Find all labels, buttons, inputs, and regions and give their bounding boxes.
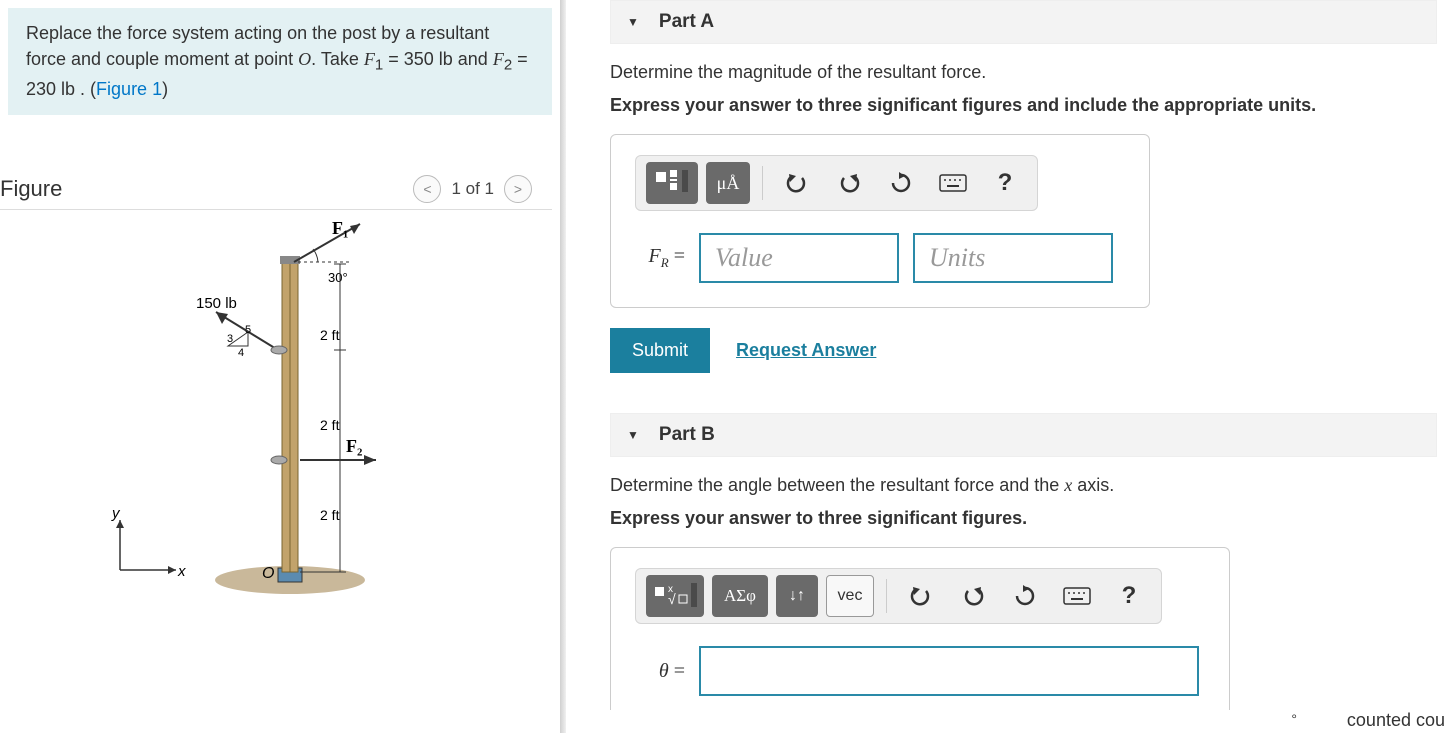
undo-button[interactable] [899, 575, 943, 617]
units-button[interactable]: μÅ [706, 162, 750, 204]
part-a-instruction: Express your answer to three significant… [610, 95, 1437, 116]
part-a-answer-box: μÅ ? FR = [610, 134, 1150, 308]
keyboard-button[interactable] [1055, 575, 1099, 617]
svg-text:2 ft: 2 ft [320, 327, 340, 343]
redo-button[interactable] [827, 162, 871, 204]
prompt-text: . Take [311, 49, 364, 69]
figure-prev-button[interactable]: < [413, 175, 441, 203]
part-a-header[interactable]: ▼ Part A [610, 0, 1437, 44]
units-input[interactable] [913, 233, 1113, 283]
figure-title: Figure [0, 176, 62, 202]
figure-link[interactable]: Figure 1 [96, 79, 162, 99]
part-a-toolbar: μÅ ? [635, 155, 1038, 211]
help-button[interactable]: ? [1107, 575, 1151, 617]
counted-text: counted cou [1347, 710, 1445, 731]
templates-button[interactable]: x√ [646, 575, 704, 617]
part-b-answer-box: x√ ΑΣφ ↓↑ vec [610, 547, 1230, 710]
fr-label: FR = [635, 245, 685, 271]
collapse-arrow-icon: ▼ [627, 15, 639, 29]
svg-text:x: x [177, 563, 186, 580]
svg-text:y: y [111, 505, 121, 522]
svg-text:3: 3 [227, 333, 233, 345]
part-b-header[interactable]: ▼ Part B [610, 413, 1437, 457]
svg-text:√: √ [668, 591, 676, 607]
part-a-label: Part A [659, 11, 714, 33]
part-b-instruction: Express your answer to three significant… [610, 508, 1437, 529]
svg-text:F₁: F₁ [332, 220, 348, 238]
svg-text:F₂: F₂ [346, 436, 362, 456]
part-b-label: Part B [659, 424, 715, 446]
help-button[interactable]: ? [983, 162, 1027, 204]
theta-input[interactable] [699, 646, 1199, 696]
vector-button[interactable]: vec [826, 575, 874, 617]
svg-text:30°: 30° [328, 270, 348, 285]
prompt-text: = 350 lb and [383, 49, 493, 69]
svg-text:150 lb: 150 lb [196, 295, 237, 312]
figure-counter: 1 of 1 [451, 179, 494, 199]
prompt-text: ) [162, 79, 168, 99]
problem-prompt: Replace the force system acting on the p… [8, 8, 552, 115]
reset-button[interactable] [879, 162, 923, 204]
reset-button[interactable] [1003, 575, 1047, 617]
figure-diagram: F₁ 30° 150 lb 3 5 4 F₂ [0, 220, 560, 620]
f2-var: F [493, 49, 504, 69]
symbols-button[interactable]: ΑΣφ [712, 575, 768, 617]
submit-button[interactable]: Submit [610, 328, 710, 373]
svg-text:O: O [262, 565, 274, 582]
part-b-toolbar: x√ ΑΣφ ↓↑ vec [635, 568, 1162, 624]
value-input[interactable] [699, 233, 899, 283]
theta-label: θ = [635, 660, 685, 683]
part-a-question: Determine the magnitude of the resultant… [610, 62, 1437, 83]
request-answer-link[interactable]: Request Answer [736, 340, 876, 361]
part-b-question: Determine the angle between the resultan… [610, 475, 1437, 496]
redo-button[interactable] [951, 575, 995, 617]
svg-text:2 ft: 2 ft [320, 507, 340, 523]
point-o: O [298, 49, 311, 69]
templates-button[interactable] [646, 162, 698, 204]
keyboard-button[interactable] [931, 162, 975, 204]
degree-symbol: ° [1291, 711, 1297, 727]
f2-sub: 2 [504, 57, 512, 74]
subscript-button[interactable]: ↓↑ [776, 575, 818, 617]
undo-button[interactable] [775, 162, 819, 204]
svg-text:5: 5 [245, 324, 251, 336]
f1-sub: 1 [375, 57, 383, 74]
svg-text:4: 4 [238, 347, 244, 359]
collapse-arrow-icon: ▼ [627, 428, 639, 442]
svg-text:2 ft: 2 ft [320, 417, 340, 433]
f1-var: F [364, 49, 375, 69]
figure-next-button[interactable]: > [504, 175, 532, 203]
